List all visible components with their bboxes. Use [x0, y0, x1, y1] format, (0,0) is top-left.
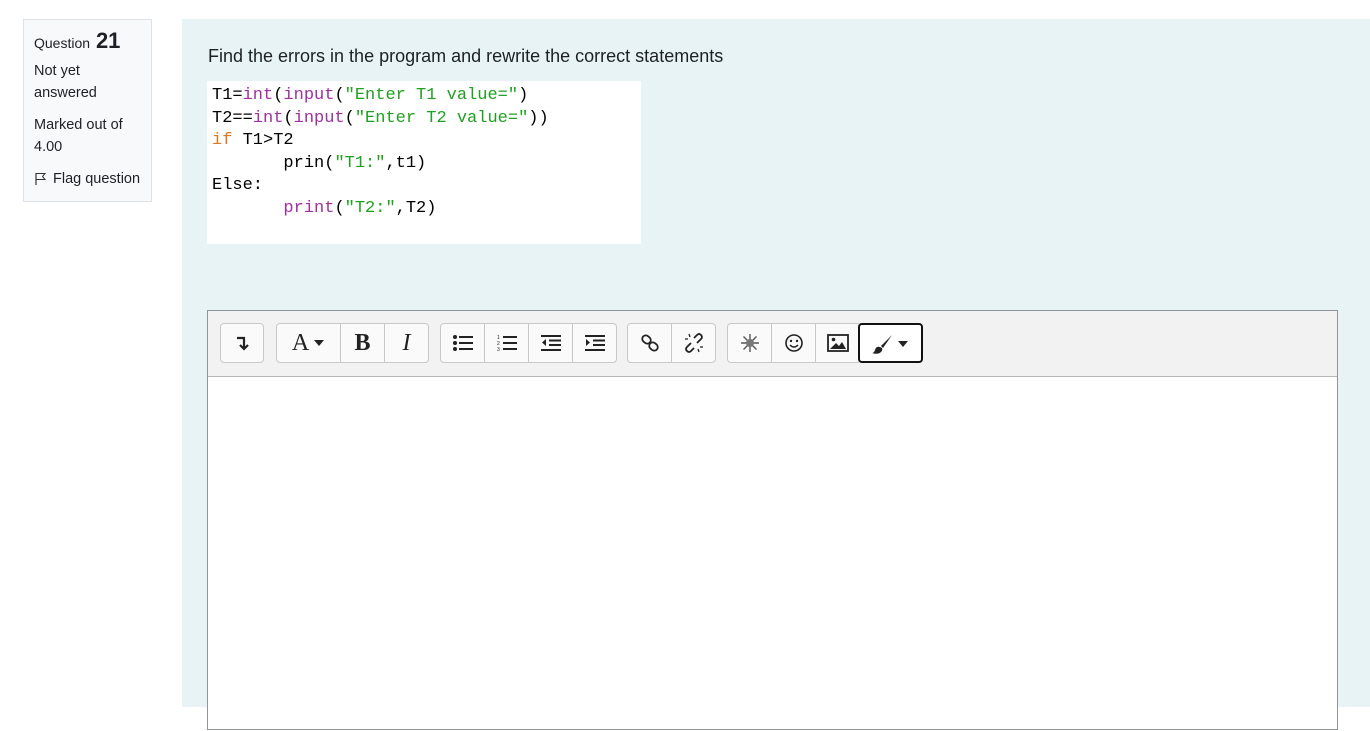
- image-icon: [827, 334, 849, 352]
- more-tools-button[interactable]: [860, 325, 921, 361]
- flag-question-label: Flag question: [53, 171, 141, 187]
- toolbar-group-insert: [727, 323, 861, 363]
- toolbar-group-style: A B I: [276, 323, 429, 363]
- emoji-icon: [784, 334, 803, 352]
- unordered-list-button[interactable]: [441, 324, 485, 362]
- flag-question-link[interactable]: Flag question: [34, 168, 141, 190]
- question-content: Find the errors in the program and rewri…: [182, 19, 1370, 730]
- answer-editor: A B I 1 2 3: [207, 310, 1338, 730]
- question-number-value: 21: [95, 28, 121, 53]
- svg-text:3: 3: [497, 347, 500, 352]
- chevron-down-icon: [898, 341, 908, 347]
- italic-icon: I: [402, 329, 411, 356]
- question-number: Question 21: [34, 30, 141, 54]
- question-label: Question: [34, 35, 91, 51]
- equation-icon: [740, 334, 759, 352]
- emoji-button[interactable]: [772, 324, 816, 362]
- font-color-icon: A: [291, 329, 310, 356]
- flag-icon: [35, 173, 47, 185]
- indent-button[interactable]: [573, 324, 616, 362]
- indent-icon: [584, 335, 605, 351]
- font-color-button[interactable]: A: [277, 324, 341, 362]
- question-state: Not yet answered: [34, 63, 97, 101]
- unordered-list-icon: [452, 335, 473, 351]
- question-info-panel: Question 21 Not yet answered Marked out …: [23, 19, 152, 202]
- link-button[interactable]: [628, 324, 672, 362]
- code-image: T1=int(input("Enter T1 value=") T2==int(…: [207, 81, 641, 244]
- question-grade: Marked out of 4.00: [34, 117, 123, 155]
- bold-button[interactable]: B: [341, 324, 385, 362]
- collapse-button[interactable]: [221, 324, 263, 362]
- link-icon: [640, 334, 659, 352]
- ordered-list-icon: 1 2 3: [497, 335, 517, 352]
- outdent-icon: [540, 335, 561, 351]
- equation-button[interactable]: [728, 324, 772, 362]
- bold-icon: B: [354, 329, 371, 356]
- editor-toolbar: A B I 1 2 3: [208, 311, 1337, 377]
- italic-button[interactable]: I: [385, 324, 428, 362]
- outdent-button[interactable]: [529, 324, 573, 362]
- unlink-icon: [684, 333, 703, 353]
- toolbar-group-links: [627, 323, 716, 363]
- toolbar-group-collapse: [220, 323, 264, 363]
- question-text: Find the errors in the program and rewri…: [208, 46, 724, 66]
- brush-icon: [872, 335, 892, 354]
- unlink-button[interactable]: [672, 324, 715, 362]
- chevron-down-icon: [314, 340, 325, 346]
- toolbar-group-lists: 1 2 3: [440, 323, 617, 363]
- answer-text-area[interactable]: [208, 377, 1337, 731]
- image-button[interactable]: [816, 324, 860, 362]
- ordered-list-button[interactable]: 1 2 3: [485, 324, 529, 362]
- toolbar-group-more: [858, 323, 923, 363]
- collapse-icon: [237, 336, 249, 351]
